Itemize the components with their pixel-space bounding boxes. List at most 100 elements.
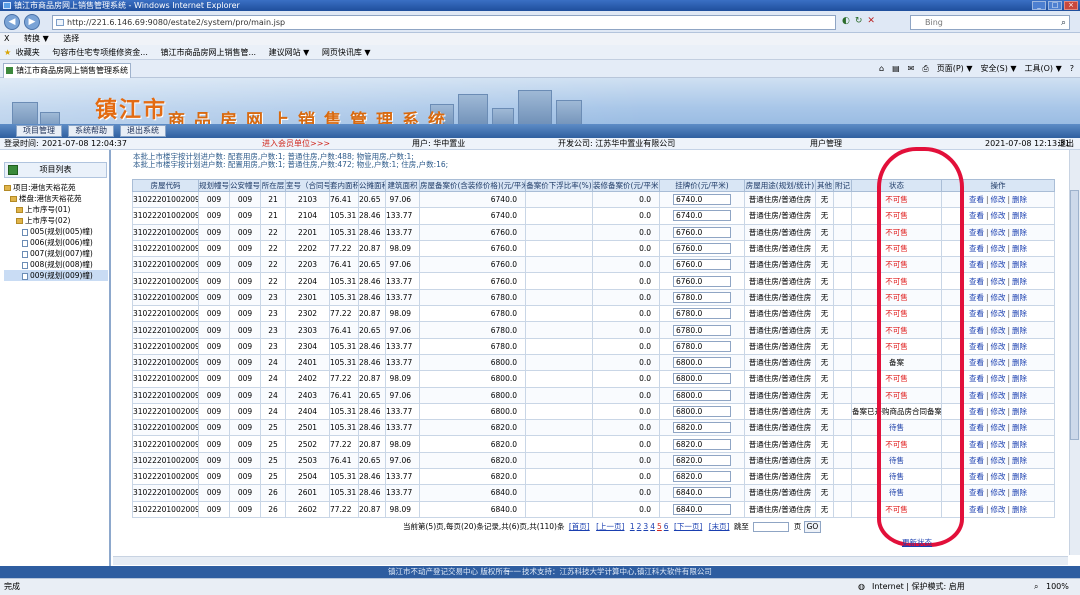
security-zone[interactable]: Internet | 保护模式: 启用 [872,579,965,595]
user-management-link[interactable]: 用户管理 [810,138,842,150]
view-link[interactable]: 查看 [969,260,984,269]
listing-price-input[interactable]: 6820.0 [673,454,731,466]
view-link[interactable]: 查看 [969,309,984,318]
delete-link[interactable]: 删除 [1012,326,1027,335]
view-link[interactable]: 查看 [969,195,984,204]
home-icon[interactable]: ⌂ [879,63,884,75]
minimize-button[interactable]: _ [1032,1,1046,10]
pager-next[interactable]: [下一页] [674,522,702,531]
edit-link[interactable]: 修改 [991,326,1006,335]
delete-link[interactable]: 删除 [1012,293,1027,302]
delete-link[interactable]: 删除 [1012,358,1027,367]
listing-price-input[interactable]: 6760.0 [673,243,731,255]
edit-link[interactable]: 修改 [991,488,1006,497]
search-input[interactable]: Bing ⌕ [910,15,1070,30]
mail-icon[interactable]: ✉ [908,63,915,75]
close-button[interactable]: × [1064,1,1078,10]
horizontal-scrollbar[interactable] [113,556,1068,565]
pager-first[interactable]: [首页] [569,522,590,531]
listing-price-input[interactable]: 6780.0 [673,324,731,336]
tree-node[interactable]: 007(规划(007)幢) [4,248,108,259]
menu-convert[interactable]: 转换 ▼ [24,34,49,43]
pager-page-link[interactable]: 6 [664,522,669,531]
favorite-link[interactable]: 网页快讯库 ▼ [322,48,371,57]
view-link[interactable]: 查看 [969,407,984,416]
pager-go-button[interactable]: GO [803,521,822,533]
tree-node[interactable]: 008(规划(008)幢) [4,259,108,270]
tree-node[interactable]: 009(规划(009)幢) [4,270,108,281]
tree-node[interactable]: 上市序号(02) [4,215,108,226]
logout-link[interactable]: 退出 [1058,138,1074,150]
favorites-button[interactable]: 收藏夹 [16,48,40,57]
safety-menu[interactable]: 安全(S) ▼ [981,63,1017,75]
view-link[interactable]: 查看 [969,488,984,497]
tree-node[interactable]: 上市序号(01) [4,204,108,215]
delete-link[interactable]: 删除 [1012,456,1027,465]
edit-link[interactable]: 修改 [991,228,1006,237]
delete-link[interactable]: 删除 [1012,472,1027,481]
listing-price-input[interactable]: 6740.0 [673,210,731,222]
pager-last[interactable]: [末页] [709,522,730,531]
pager-page-link[interactable]: 5 [657,522,662,531]
view-link[interactable]: 查看 [969,440,984,449]
listing-price-input[interactable]: 6820.0 [673,438,731,450]
zoom-level[interactable]: 100% [1046,579,1069,595]
edit-link[interactable]: 修改 [991,244,1006,253]
edit-link[interactable]: 修改 [991,505,1006,514]
pager-page-link[interactable]: 1 [630,522,635,531]
listing-price-input[interactable]: 6800.0 [673,373,731,385]
view-link[interactable]: 查看 [969,358,984,367]
view-link[interactable]: 查看 [969,505,984,514]
help-icon[interactable]: ? [1070,63,1074,75]
address-bar[interactable]: http://221.6.146.69:9080/estate2/system/… [52,15,836,30]
edit-link[interactable]: 修改 [991,440,1006,449]
delete-link[interactable]: 删除 [1012,488,1027,497]
listing-price-input[interactable]: 6840.0 [673,503,731,515]
pager-page-link[interactable]: 3 [643,522,648,531]
tree-node[interactable]: 楼盘:港信天裕花苑 [4,193,108,204]
maximize-button[interactable]: □ [1048,1,1062,10]
delete-link[interactable]: 删除 [1012,342,1027,351]
listing-price-input[interactable]: 6760.0 [673,259,731,271]
edit-link[interactable]: 修改 [991,277,1006,286]
delete-link[interactable]: 删除 [1012,407,1027,416]
view-link[interactable]: 查看 [969,228,984,237]
view-link[interactable]: 查看 [969,244,984,253]
back-button[interactable]: ◀ [4,14,20,30]
edit-link[interactable]: 修改 [991,342,1006,351]
delete-link[interactable]: 删除 [1012,277,1027,286]
menu-project-management[interactable]: 项目管理 [16,125,62,137]
forward-button[interactable]: ▶ [24,14,40,30]
delete-link[interactable]: 删除 [1012,244,1027,253]
favorite-link[interactable]: 镇江市商品房网上销售管... [160,48,256,57]
search-icon[interactable]: ⌕ [1061,17,1066,30]
print-icon[interactable]: ⎙ [922,63,928,75]
refresh-icon[interactable]: ↻ [855,16,863,26]
delete-link[interactable]: 删除 [1012,374,1027,383]
edit-link[interactable]: 修改 [991,391,1006,400]
listing-price-input[interactable]: 6820.0 [673,422,731,434]
edit-link[interactable]: 修改 [991,195,1006,204]
view-link[interactable]: 查看 [969,211,984,220]
view-link[interactable]: 查看 [969,456,984,465]
tree-node[interactable]: 006(规划(006)幢) [4,237,108,248]
listing-price-input[interactable]: 6760.0 [673,226,731,238]
edit-link[interactable]: 修改 [991,423,1006,432]
page-menu[interactable]: 页面(P) ▼ [937,63,973,75]
tree-node[interactable]: 项目:港信天裕花苑 [4,182,108,193]
delete-link[interactable]: 删除 [1012,505,1027,514]
edit-link[interactable]: 修改 [991,293,1006,302]
view-link[interactable]: 查看 [969,277,984,286]
menu-system-help[interactable]: 系统帮助 [68,125,114,137]
edit-link[interactable]: 修改 [991,374,1006,383]
view-link[interactable]: 查看 [969,472,984,481]
listing-price-input[interactable]: 6800.0 [673,357,731,369]
delete-link[interactable]: 删除 [1012,260,1027,269]
listing-price-input[interactable]: 6840.0 [673,487,731,499]
delete-link[interactable]: 删除 [1012,228,1027,237]
listing-price-input[interactable]: 6740.0 [673,194,731,206]
delete-link[interactable]: 删除 [1012,423,1027,432]
view-link[interactable]: 查看 [969,326,984,335]
pager-page-link[interactable]: 4 [650,522,655,531]
pager-page-input[interactable] [753,522,790,532]
